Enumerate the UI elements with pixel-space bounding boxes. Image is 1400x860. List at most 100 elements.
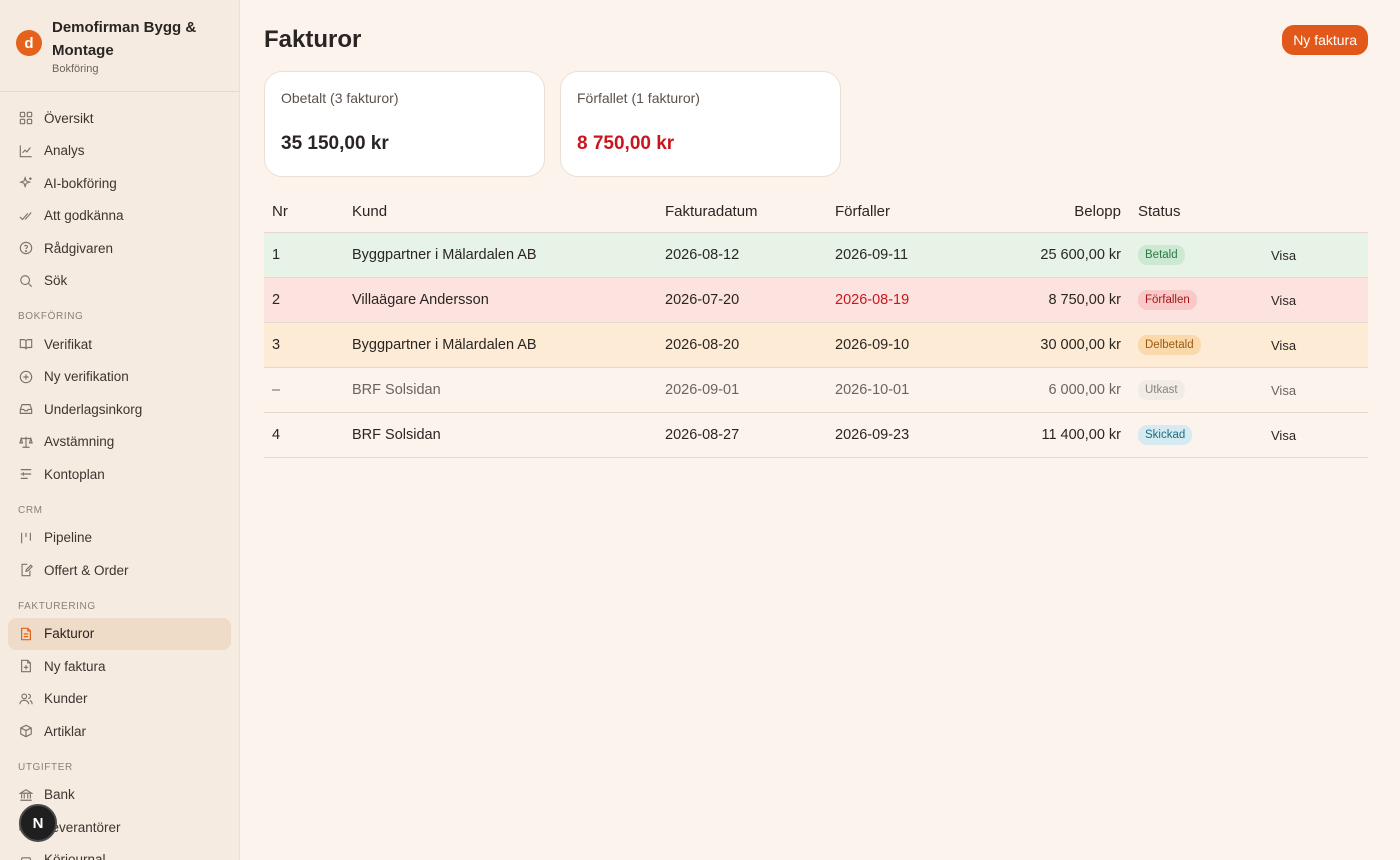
sidebar-item-label: Kontoplan <box>44 466 105 482</box>
sidebar-item-label: Verifikat <box>44 336 93 352</box>
cell-actions: Visa <box>1271 428 1368 443</box>
table-row[interactable]: – BRF Solsidan 2026-09-01 2026-10-01 6 000,0… <box>264 368 1368 413</box>
cell-kund: BRF Solsidan <box>352 427 441 443</box>
col-belopp[interactable]: Belopp <box>985 203 1121 220</box>
sidebar-item-körjournal[interactable]: Körjournal <box>8 844 231 860</box>
table-row[interactable]: 1 Byggpartner i Mälardalen AB 2026-08-12 20… <box>264 233 1368 278</box>
cell-forfaller: 2026-10-01 <box>835 382 910 398</box>
sidebar-item-rådgivaren[interactable]: Rådgivaren <box>8 232 231 264</box>
overdue-card: Förfallet (1 fakturor) 8 750,00 kr <box>560 71 841 177</box>
status-badge: Utkast <box>1138 380 1185 400</box>
overdue-value: 8 750,00 kr <box>577 133 675 154</box>
sidebar-item-översikt[interactable]: Översikt <box>8 102 231 134</box>
cell-forfaller: 2026-09-23 <box>835 427 910 443</box>
sidebar-item-label: Ny faktura <box>44 658 106 674</box>
col-nr[interactable]: Nr <box>264 203 352 220</box>
sidebar-item-label: Rådgivaren <box>44 240 114 256</box>
sidebar-section-title: FAKTURERING <box>18 600 96 612</box>
cell-fakturadatum: 2026-08-20 <box>665 337 740 353</box>
sidebar-item-artiklar[interactable]: Artiklar <box>8 715 231 747</box>
sidebar-item-kontoplan[interactable]: Kontoplan <box>8 458 231 490</box>
cell-fakturadatum: 2026-08-12 <box>665 247 740 263</box>
cell-kund: Byggpartner i Mälardalen AB <box>352 337 537 353</box>
unpaid-value: 35 150,00 kr <box>281 133 389 154</box>
list-icon <box>18 466 34 482</box>
unpaid-label: Obetalt (3 fakturor) <box>281 90 399 106</box>
sidebar-item-label: Översikt <box>44 110 94 126</box>
inbox-icon <box>18 401 34 417</box>
cell-nr: 1 <box>272 247 281 263</box>
cell-belopp: 11 400,00 kr <box>1041 427 1121 443</box>
cell-status: Delbetald <box>1121 335 1271 355</box>
view-invoice-link[interactable]: Visa <box>1271 293 1296 308</box>
sidebar-item-label: Underlagsinkorg <box>44 401 143 417</box>
cell-kund: Byggpartner i Mälardalen AB <box>352 247 537 263</box>
view-invoice-link[interactable]: Visa <box>1271 338 1296 353</box>
sidebar-item-att-godkänna[interactable]: Att godkänna <box>8 200 231 232</box>
brand-header[interactable]: d Demofirman Bygg & Montage Bokföring <box>0 0 239 92</box>
col-fakturadatum[interactable]: Fakturadatum <box>665 203 835 220</box>
sidebar-item-label: Avstämning <box>44 434 115 449</box>
sidebar-item-analys[interactable]: Analys <box>8 135 231 167</box>
table-row[interactable]: 2 Villaägare Andersson 2026-07-20 2026-08-1… <box>264 278 1368 323</box>
company-logo: d <box>16 30 42 56</box>
sidebar-item-pipeline[interactable]: Pipeline <box>8 522 231 554</box>
view-invoice-link[interactable]: Visa <box>1271 383 1296 398</box>
company-subtitle: Bokföring <box>52 63 99 75</box>
grid-icon <box>18 110 34 126</box>
pipeline-icon <box>18 530 34 546</box>
file-plus-icon <box>18 658 34 674</box>
cell-actions: Visa <box>1271 338 1368 353</box>
sidebar-item-label: Analys <box>44 143 85 158</box>
sidebar-item-label: AI-bokföring <box>44 175 117 191</box>
sidebar: d Demofirman Bygg & Montage Bokföring Öv… <box>0 0 240 860</box>
status-badge: Skickad <box>1138 425 1193 445</box>
col-forfaller[interactable]: Förfaller <box>835 203 985 220</box>
cell-status: Skickad <box>1121 425 1271 445</box>
col-kund[interactable]: Kund <box>352 203 665 220</box>
sidebar-item-label: Artiklar <box>44 723 87 739</box>
cell-belopp: 25 600,00 kr <box>1040 247 1121 263</box>
cell-forfaller: 2026-09-10 <box>835 337 910 353</box>
floating-n-button[interactable]: N <box>19 804 57 842</box>
page-title: Fakturor <box>264 26 362 53</box>
view-invoice-link[interactable]: Visa <box>1271 428 1296 443</box>
sidebar-item-offert-order[interactable]: Offert & Order <box>8 554 231 586</box>
cell-status: Förfallen <box>1121 290 1271 310</box>
cell-actions: Visa <box>1271 293 1368 308</box>
cell-nr: 3 <box>272 337 281 353</box>
sidebar-item-ny-verifikation[interactable]: Ny verifikation <box>8 361 231 393</box>
sidebar-item-label: Pipeline <box>44 530 93 545</box>
new-invoice-button[interactable]: Ny faktura <box>1282 25 1368 55</box>
sidebar-item-fakturor[interactable]: Fakturor <box>8 617 231 650</box>
sidebar-item-sök[interactable]: Sök <box>8 265 231 297</box>
col-status[interactable]: Status <box>1121 203 1271 220</box>
cell-belopp: 30 000,00 kr <box>1040 337 1121 353</box>
package-icon <box>18 723 34 739</box>
book-icon <box>18 336 34 352</box>
sidebar-item-kunder[interactable]: Kunder <box>8 683 231 715</box>
sidebar-item-avstämning[interactable]: Avstämning <box>8 426 231 458</box>
cell-actions: Visa <box>1271 248 1368 263</box>
help-circle-icon <box>18 240 34 256</box>
sidebar-item-label: Offert & Order <box>44 562 129 578</box>
invoice-icon <box>18 626 34 642</box>
cell-kund: Villaägare Andersson <box>352 292 489 308</box>
car-icon <box>18 852 34 860</box>
table-row[interactable]: 4 BRF Solsidan 2026-08-27 2026-09-23 11 400,… <box>264 413 1368 458</box>
status-badge: Betald <box>1138 245 1185 265</box>
bank-icon <box>18 787 34 803</box>
sidebar-item-verifikat[interactable]: Verifikat <box>8 328 231 360</box>
cell-fakturadatum: 2026-09-01 <box>665 382 740 398</box>
unpaid-card: Obetalt (3 fakturor) 35 150,00 kr <box>264 71 545 177</box>
sidebar-item-ai-bokföring[interactable]: AI-bokföring <box>8 167 231 199</box>
double-check-icon <box>18 208 34 224</box>
cell-fakturadatum: 2026-07-20 <box>665 292 740 308</box>
cell-kund: BRF Solsidan <box>352 382 441 398</box>
sidebar-item-ny-faktura[interactable]: Ny faktura <box>8 650 231 682</box>
sidebar-item-underlagsinkorg[interactable]: Underlagsinkorg <box>8 393 231 425</box>
company-name: Demofirman Bygg & Montage <box>52 19 197 59</box>
table-row[interactable]: 3 Byggpartner i Mälardalen AB 2026-08-20 20… <box>264 323 1368 368</box>
view-invoice-link[interactable]: Visa <box>1271 248 1296 263</box>
users-icon <box>18 691 34 707</box>
